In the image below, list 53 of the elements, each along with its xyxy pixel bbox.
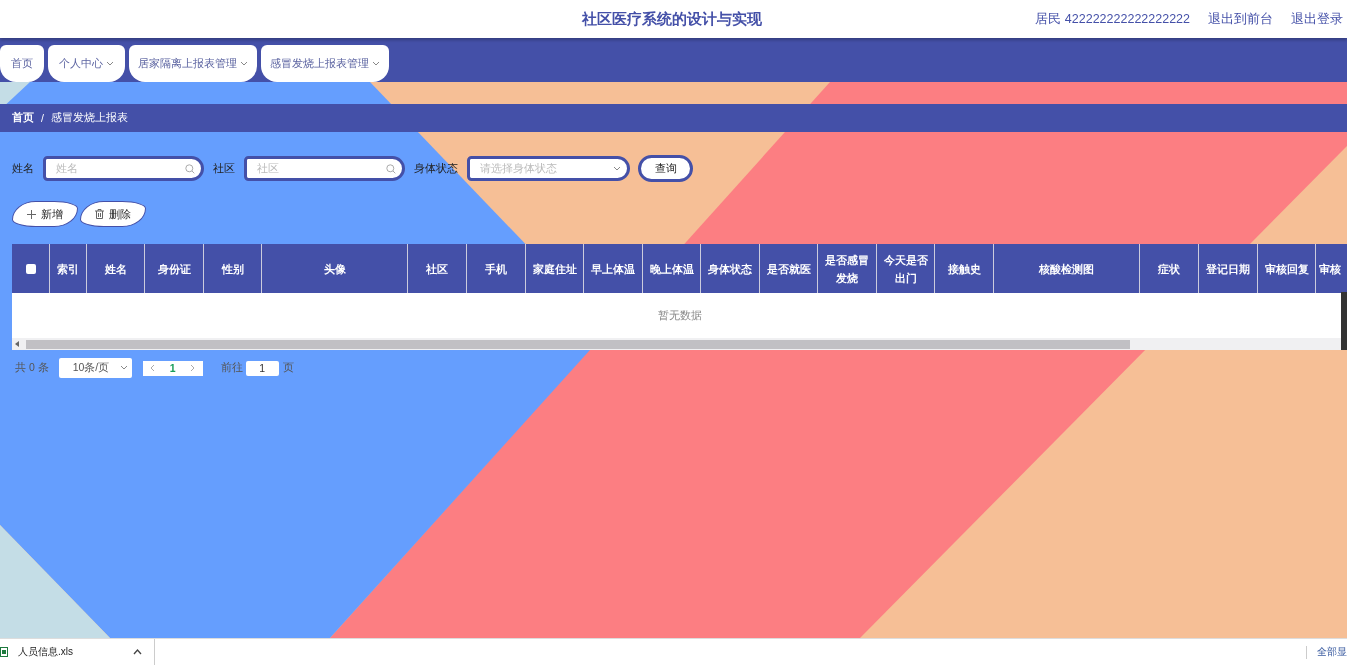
- nav-tab[interactable]: 居家隔离上报表管理: [129, 45, 257, 82]
- scroll-left-icon[interactable]: [15, 341, 20, 347]
- column-header: 性别: [221, 261, 244, 277]
- search-icon: [386, 163, 396, 174]
- chevron-down-icon: [119, 365, 128, 371]
- plus-icon: [27, 209, 36, 219]
- breadcrumb-separator: /: [41, 112, 44, 124]
- column-header: 社区: [426, 261, 448, 277]
- column-header: 早上体温: [591, 261, 635, 277]
- chevron-left-icon[interactable]: [150, 364, 156, 372]
- column-header: 症状: [1158, 261, 1180, 277]
- column-header: 接触史: [947, 261, 981, 277]
- select-all-checkbox[interactable]: [25, 263, 36, 274]
- column-header: 姓名: [104, 261, 127, 277]
- goto-label: 前往: [220, 361, 243, 375]
- column-header: 今天是否出门: [883, 252, 928, 286]
- column-header: 身份证: [157, 261, 191, 277]
- field-label: 姓名: [12, 161, 34, 176]
- nav-tab[interactable]: 感冒发烧上报表管理: [261, 45, 389, 82]
- column-header: 核酸检测图: [1039, 261, 1094, 277]
- breadcrumb-item[interactable]: 首页: [12, 111, 34, 125]
- file-name[interactable]: 人员信息.xls: [18, 645, 123, 659]
- search-icon: [185, 163, 195, 174]
- column-header: 是否就医: [766, 261, 811, 277]
- column-header: 身体状态: [708, 261, 752, 277]
- header-link[interactable]: 退出登录: [1291, 10, 1343, 28]
- column-header: 家庭住址: [532, 261, 577, 277]
- header-link[interactable]: 退出到前台: [1208, 10, 1273, 28]
- nav-tab[interactable]: 个人中心: [48, 45, 125, 82]
- field-label: 社区: [213, 161, 235, 176]
- column-header: 头像: [323, 261, 346, 277]
- user-label: 居民 422222222222222222: [1035, 10, 1190, 28]
- column-header: 登记日期: [1206, 261, 1250, 277]
- page-size-select[interactable]: 10条/页: [58, 358, 132, 378]
- column-header: 审核: [1319, 261, 1341, 277]
- total-count: 共 0 条: [15, 361, 49, 375]
- field-label: 身体状态: [414, 161, 458, 176]
- column-header: 手机: [485, 261, 507, 277]
- nav-tab[interactable]: 首页: [0, 45, 44, 82]
- show-all-link[interactable]: 全部显: [1306, 645, 1347, 659]
- breadcrumb-item: 感冒发烧上报表: [50, 111, 128, 125]
- column-header: 审核回复: [1264, 261, 1309, 277]
- column-header: 是否感冒发烧: [824, 252, 870, 286]
- trash-icon: [95, 209, 104, 219]
- caret-up-icon[interactable]: [133, 649, 142, 655]
- column-header: 索引: [57, 261, 79, 277]
- scrollbar-thumb[interactable]: [26, 339, 1130, 349]
- column-header: 晚上体温: [649, 261, 694, 277]
- page-suffix: 页: [282, 361, 294, 375]
- app-title: 社区医疗系统的设计与实现: [581, 9, 762, 29]
- chevron-down-icon: [613, 165, 621, 172]
- chevron-right-icon[interactable]: [190, 364, 196, 372]
- empty-message: 暂无数据: [657, 308, 702, 323]
